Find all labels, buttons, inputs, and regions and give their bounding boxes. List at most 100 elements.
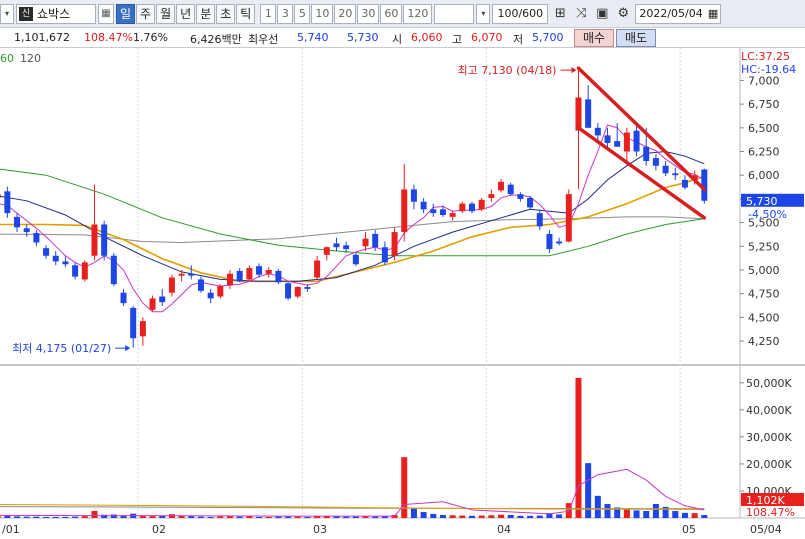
x-tick-label: 03 bbox=[313, 523, 327, 536]
period-tab[interactable]: 년 bbox=[176, 3, 196, 24]
candle-body bbox=[62, 261, 69, 265]
candle-body bbox=[343, 245, 350, 250]
volume-bar bbox=[256, 516, 263, 518]
period-tab[interactable]: 주 bbox=[136, 3, 156, 24]
volume-bar bbox=[469, 515, 475, 518]
interval-button[interactable]: 30 bbox=[357, 3, 380, 24]
volume-bar bbox=[604, 503, 611, 518]
candle-body bbox=[256, 266, 263, 275]
volume-ratio: 108.47% bbox=[84, 31, 133, 44]
candle-body bbox=[23, 228, 30, 233]
x-tick-label: 05/04 bbox=[750, 523, 782, 536]
candle-body bbox=[420, 201, 427, 210]
buy-button[interactable]: 매수 bbox=[574, 29, 614, 47]
interval-button[interactable]: 10 bbox=[311, 3, 334, 24]
trade-amount: 6,426백만 bbox=[190, 33, 242, 46]
period-tab[interactable]: 초 bbox=[216, 3, 236, 24]
period-tab[interactable]: 분 bbox=[196, 3, 216, 24]
calendar-icon[interactable]: ▦ bbox=[708, 5, 720, 23]
volume-bar bbox=[507, 515, 514, 518]
volume-bar bbox=[652, 503, 659, 518]
date-field[interactable]: 2022/05/04 ▦ bbox=[635, 3, 722, 24]
candle-body bbox=[43, 248, 50, 256]
settings-icon[interactable]: ⚙ bbox=[613, 4, 633, 24]
stock-dropdown-button[interactable]: ▾ bbox=[0, 3, 14, 24]
interval-button[interactable]: 3 bbox=[277, 3, 294, 24]
volume-bar bbox=[352, 516, 359, 518]
lc-label: LC:37.25 bbox=[741, 50, 790, 63]
volume-bar bbox=[4, 515, 11, 518]
volume-bar bbox=[372, 516, 379, 518]
candle-body bbox=[139, 321, 146, 337]
volume-bar bbox=[585, 463, 592, 518]
candle-body bbox=[120, 292, 127, 304]
candle-body bbox=[662, 165, 669, 174]
candle-body bbox=[285, 283, 292, 299]
preferred-label: 최우선 bbox=[248, 33, 279, 46]
candle-body bbox=[556, 241, 563, 244]
candle-body bbox=[265, 269, 272, 274]
period-tab[interactable]: 일 bbox=[116, 3, 136, 24]
period-tab[interactable]: 틱 bbox=[236, 3, 256, 24]
volume-bar bbox=[701, 515, 708, 518]
custom-interval-input[interactable] bbox=[434, 3, 475, 24]
candle-body bbox=[0, 194, 1, 198]
candle-body bbox=[546, 233, 553, 250]
candle-body bbox=[275, 270, 282, 283]
volume-bar bbox=[488, 515, 495, 518]
candle-body bbox=[439, 209, 446, 216]
candle-body bbox=[575, 97, 582, 131]
crosshair-icon[interactable]: ⊞ bbox=[550, 4, 570, 24]
volume-bar bbox=[556, 514, 563, 518]
interval-button[interactable]: 1 bbox=[260, 3, 277, 24]
compare-icon[interactable]: ⤨ bbox=[571, 4, 591, 24]
volume-bar bbox=[643, 510, 650, 518]
volume-bar bbox=[449, 515, 456, 518]
period-tab[interactable]: 월 bbox=[156, 3, 176, 24]
interval-button[interactable]: 60 bbox=[380, 3, 403, 24]
stock-search-field[interactable]: 신 쇼박스 bbox=[16, 3, 96, 24]
open-price: 6,060 bbox=[411, 31, 443, 44]
candle-body bbox=[614, 141, 621, 147]
volume-bar bbox=[285, 516, 292, 518]
date-value: 2022/05/04 bbox=[639, 6, 703, 20]
interval-button[interactable]: 120 bbox=[403, 3, 433, 24]
high-price: 6,070 bbox=[471, 31, 503, 44]
candle-body bbox=[91, 224, 98, 256]
candle-body bbox=[362, 238, 369, 247]
display-count-field[interactable]: 100/600 bbox=[492, 3, 549, 24]
volume-bar bbox=[246, 516, 253, 518]
candle-body bbox=[536, 213, 543, 227]
save-icon[interactable]: ▣ bbox=[592, 4, 612, 24]
chart-area[interactable]: 7,0006,7506,5006,2506,0005,7505,5005,250… bbox=[0, 48, 805, 539]
candle-body bbox=[585, 99, 592, 128]
x-tick-label: /01 bbox=[2, 523, 20, 536]
candle-body bbox=[643, 146, 650, 161]
candle-body bbox=[101, 224, 108, 256]
candle-body bbox=[604, 135, 611, 143]
candle-body bbox=[459, 203, 466, 212]
candle-body bbox=[130, 307, 137, 339]
turnover-rate: 1.76% bbox=[133, 31, 168, 44]
candle-body bbox=[314, 260, 321, 278]
interval-button[interactable]: 20 bbox=[334, 3, 357, 24]
candle-body bbox=[381, 247, 388, 263]
interval-buttons: 1 3 5 10 20 30 60 120 bbox=[260, 3, 433, 24]
hc-label: HC:-19.64 bbox=[741, 63, 796, 76]
volume-bar bbox=[362, 516, 369, 518]
interval-combo-arrow[interactable]: ▾ bbox=[476, 3, 491, 24]
volume-bar bbox=[275, 516, 282, 518]
quote-bar: 1,101,672 108.47% 1.76% 6,426백만 최우선 5,74… bbox=[0, 28, 805, 48]
sell-button[interactable]: 매도 bbox=[616, 29, 656, 47]
volume-bar bbox=[33, 516, 40, 518]
candle-body bbox=[430, 209, 437, 214]
volume-bar bbox=[410, 508, 417, 518]
volume-bar bbox=[72, 516, 79, 518]
volume-bar bbox=[594, 495, 601, 518]
interval-button[interactable]: 5 bbox=[294, 3, 311, 24]
candle-body bbox=[188, 273, 195, 276]
candle-body bbox=[391, 232, 398, 256]
stock-list-icon[interactable]: ▦ bbox=[98, 3, 114, 24]
volume-bar bbox=[62, 516, 69, 518]
stock-chart[interactable]: 7,0006,7506,5006,2506,0005,7505,5005,250… bbox=[0, 48, 805, 539]
